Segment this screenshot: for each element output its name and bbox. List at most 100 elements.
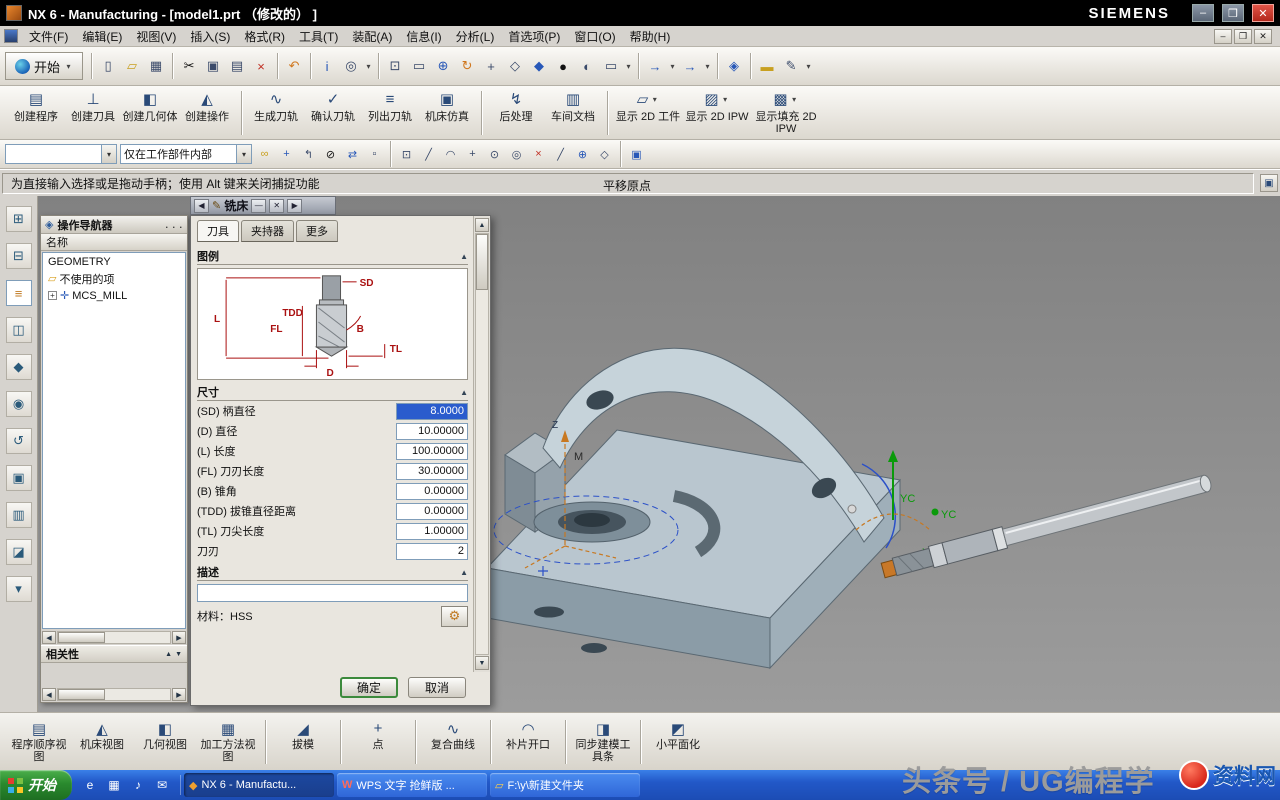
snap-arc-icon[interactable]: ◠	[441, 145, 460, 164]
menu-edit[interactable]: 编辑(E)	[75, 26, 129, 47]
measure-icon[interactable]: ▬	[756, 55, 778, 77]
menu-tools[interactable]: 工具(T)	[292, 26, 345, 47]
internet-explorer-icon[interactable]: e	[80, 775, 100, 795]
collapse-icon[interactable]: ▲	[460, 388, 468, 397]
constraint-navigator-icon[interactable]: ⊟	[6, 243, 32, 269]
scroll-left-icon[interactable]: ◀	[42, 631, 56, 644]
dialog-close-icon[interactable]: ✕	[269, 199, 284, 213]
mdi-close-button[interactable]: ✕	[1254, 29, 1272, 44]
hd3d-tools-icon[interactable]: ◆	[6, 354, 32, 380]
collapse-down-icon[interactable]: ▼	[175, 651, 182, 658]
snap-existing-point-icon[interactable]: ×	[529, 145, 548, 164]
taper-angle-field[interactable]	[396, 483, 468, 500]
perspective-icon[interactable]: ◇	[504, 55, 526, 77]
flutes-count-field[interactable]	[396, 543, 468, 560]
information-icon[interactable]: i	[316, 55, 338, 77]
mdi-minimize-button[interactable]: –	[1214, 29, 1232, 44]
pan-icon[interactable]: +	[480, 55, 502, 77]
tree-item-mcs-mill[interactable]: + ✛ MCS_MILL	[43, 287, 185, 304]
generate-toolpath-button[interactable]: ∿ 生成刀轨	[248, 88, 304, 138]
shop-documentation-button[interactable]: ▥ 车间文档	[545, 88, 601, 138]
zoom-window-icon[interactable]: ▭	[408, 55, 430, 77]
chevron-down-icon[interactable]: ▾	[236, 145, 251, 163]
swap-selection-icon[interactable]: ⇄	[343, 145, 362, 164]
zoom-icon[interactable]: ⊕	[432, 55, 454, 77]
navigator-titlebar[interactable]: ◈ 操作导航器 . . .	[41, 216, 187, 234]
legend-section-header[interactable]: 图例 ▲	[197, 248, 468, 265]
snap-midpoint-icon[interactable]: ⊡	[397, 145, 416, 164]
menu-preferences[interactable]: 首选项(P)	[501, 26, 567, 47]
chevron-down-icon[interactable]: ▾	[790, 95, 799, 104]
dialog-vscrollbar[interactable]: ▲ ▼	[473, 216, 490, 672]
collapse-up-icon[interactable]: ▲	[165, 651, 172, 658]
new-part-icon[interactable]: ▯	[97, 55, 119, 77]
create-tool-button[interactable]: ⊥ 创建刀具	[65, 88, 121, 138]
machining-method-view-button[interactable]: ▦ 加工方法视图	[197, 716, 259, 768]
chevron-down-icon[interactable]: ▾	[721, 95, 730, 104]
create-operation-button[interactable]: ◭ 创建操作	[179, 88, 235, 138]
face-analysis-icon[interactable]: ◐	[576, 55, 598, 77]
process-studio-icon[interactable]: ▥	[6, 502, 32, 528]
scroll-up-icon[interactable]: ▲	[475, 218, 489, 232]
collapse-icon[interactable]: ▲	[460, 252, 468, 261]
show-2d-ipw-button[interactable]: ▨ ▾ 显示 2D IPW	[683, 88, 751, 138]
previous-selection-icon[interactable]: ↰	[299, 145, 318, 164]
menu-file[interactable]: 文件(F)	[22, 26, 75, 47]
composite-curve-button[interactable]: ∿ 复合曲线	[422, 716, 484, 768]
snap-point-on-curve-icon[interactable]: ╱	[551, 145, 570, 164]
menu-analysis[interactable]: 分析(L)	[449, 26, 502, 47]
length-field[interactable]	[396, 443, 468, 460]
scrollbar-track[interactable]	[57, 631, 171, 644]
window-forward-icon[interactable]: →	[644, 55, 666, 77]
scroll-left-icon[interactable]: ◀	[42, 688, 56, 701]
description-field[interactable]	[197, 584, 468, 602]
highlight-chain-icon[interactable]: ∞	[255, 145, 274, 164]
undo-icon[interactable]: ↶	[283, 55, 305, 77]
cancel-button[interactable]: 取消	[408, 677, 466, 698]
work-part-icon[interactable]: ▣	[627, 145, 646, 164]
selection-scope-combo[interactable]: 仅在工作部件内部 ▾	[120, 144, 252, 164]
dialog-minimize-icon[interactable]: —	[251, 199, 266, 213]
rectangle-select-icon[interactable]: ▫	[365, 145, 384, 164]
rendering-style-icon[interactable]: ▭	[600, 55, 622, 77]
facet-body-button[interactable]: ◩ 小平面化	[647, 716, 709, 768]
diameter-field[interactable]	[396, 423, 468, 440]
operation-navigator-icon[interactable]: ≡	[6, 280, 32, 306]
dialog-titlebar[interactable]: ◀ ✎ 铣床 — ✕ ▶	[190, 196, 336, 215]
fit-view-icon[interactable]: ⊡	[384, 55, 406, 77]
close-button[interactable]: ✕	[1252, 4, 1274, 22]
taper-diameter-distance-field[interactable]	[396, 503, 468, 520]
scrollbar-track[interactable]	[57, 688, 171, 701]
shank-diameter-field[interactable]	[396, 403, 468, 420]
show-desktop-icon[interactable]: ▦	[104, 775, 124, 795]
taskbar-button-folder[interactable]: ▱ F:\y\新建文件夹	[490, 773, 640, 797]
media-player-icon[interactable]: ♪	[128, 775, 148, 795]
dialog-back-icon[interactable]: ◀	[194, 199, 209, 213]
expand-icon[interactable]: +	[48, 291, 57, 300]
selection-filter-combo[interactable]: ▾	[5, 144, 117, 164]
scrollbar-thumb[interactable]	[58, 632, 105, 643]
collapse-icon[interactable]: ▲	[460, 568, 468, 577]
create-program-button[interactable]: ▤ 创建程序	[8, 88, 64, 138]
machine-tool-view-button[interactable]: ◭ 机床视图	[71, 716, 133, 768]
chevron-down-icon[interactable]: ▾	[650, 95, 659, 104]
chevron-down-icon[interactable]: ▾	[668, 62, 677, 71]
dependencies-hscrollbar[interactable]: ◀ ▶	[41, 687, 187, 702]
minimize-button[interactable]: –	[1192, 4, 1214, 22]
wcs-origin-ball[interactable]	[848, 505, 856, 513]
tab-more[interactable]: 更多	[296, 220, 338, 242]
chevron-down-icon[interactable]: ▾	[101, 145, 116, 163]
window-titlebar[interactable]: NX 6 - Manufacturing - [model1.prt （修改的）…	[0, 0, 1280, 26]
menu-window[interactable]: 窗口(O)	[567, 26, 622, 47]
history-icon[interactable]: ↺	[6, 428, 32, 454]
menu-assemblies[interactable]: 装配(A)	[345, 26, 399, 47]
point-button[interactable]: + 点	[347, 716, 409, 768]
dialog-forward-icon[interactable]: ▶	[287, 199, 302, 213]
verify-toolpath-button[interactable]: ✓ 确认刀轨	[305, 88, 361, 138]
snap-endpoint-icon[interactable]: ╱	[419, 145, 438, 164]
chevron-down-icon[interactable]: ▾	[364, 62, 373, 71]
ok-button[interactable]: 确定	[340, 677, 398, 698]
tree-item-unused[interactable]: ▱ 不使用的项	[43, 270, 185, 287]
mail-icon[interactable]: ✉	[152, 775, 172, 795]
description-section-header[interactable]: 描述 ▲	[197, 564, 468, 581]
